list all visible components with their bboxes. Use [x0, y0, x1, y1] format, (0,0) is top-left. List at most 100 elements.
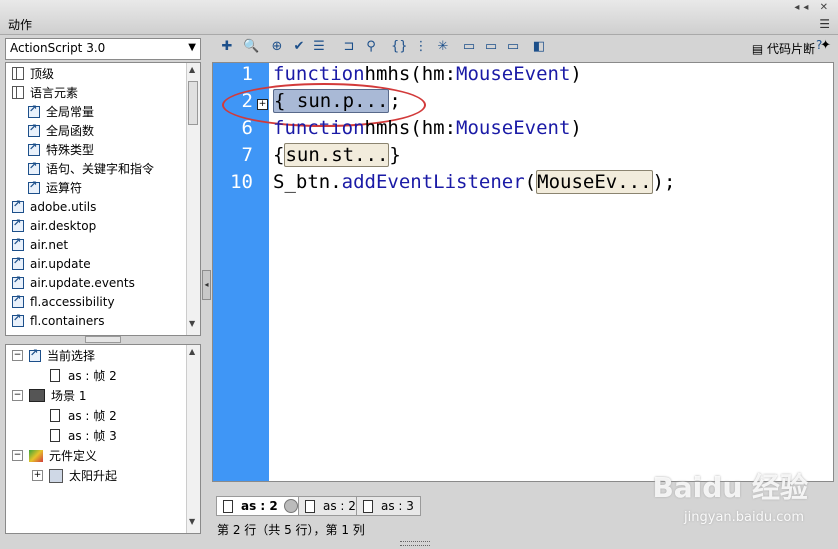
- toolbox-item[interactable]: fl.containers: [12, 311, 104, 330]
- chevron-down-icon[interactable]: ▼: [188, 42, 196, 53]
- navigator-item-label: 元件定义: [49, 449, 98, 463]
- navigator-item[interactable]: − 场景 1: [12, 386, 86, 405]
- collapse-icon[interactable]: −: [12, 390, 23, 401]
- script-tab[interactable]: as : 2: [216, 496, 305, 516]
- navigator-item[interactable]: − 当前选择: [12, 346, 95, 365]
- scroll-down-icon[interactable]: ▼: [189, 517, 195, 526]
- navigator-item-label: 太阳升起: [69, 469, 118, 483]
- navigator-item-label: 场景 1: [51, 389, 87, 403]
- collapsed-block[interactable]: sun.st...: [284, 143, 390, 167]
- script-file-icon: [50, 429, 60, 442]
- auto-format-icon[interactable]: ☰: [311, 39, 327, 55]
- package-icon: [12, 256, 24, 270]
- script-file-icon: [305, 499, 315, 513]
- panel-window-controls[interactable]: ◂◂ ✕: [794, 2, 832, 13]
- toolbox-item[interactable]: 运算符: [28, 178, 82, 197]
- code-snippets-button[interactable]: ▤ 代码片断: [752, 40, 815, 57]
- expand-fold-icon[interactable]: +: [257, 99, 268, 110]
- code-line[interactable]: S_btn.addEventListener(MouseEv...);: [273, 170, 675, 194]
- collapsed-block[interactable]: MouseEv...: [536, 170, 653, 194]
- scroll-down-icon[interactable]: ▼: [189, 319, 195, 328]
- toolbox-item[interactable]: adobe.utils: [12, 197, 96, 216]
- toolbox-item-label: fl.accessibility: [30, 294, 115, 309]
- navigator-item-label: as : 帧 2: [68, 409, 117, 423]
- code-snippets-label: 代码片断: [766, 42, 815, 56]
- code-line[interactable]: functionhmhs(hm:MouseEvent): [273, 63, 582, 85]
- show-toolbox-icon[interactable]: ◧: [531, 39, 547, 55]
- toolbox-item[interactable]: air.net: [12, 235, 68, 254]
- toolbox-item[interactable]: air.desktop: [12, 216, 96, 235]
- script-navigator: ▲ ▼ − 当前选择 as : 帧 2 − 场景 1 as : 帧 2 as : 帧 3 − 元…: [5, 344, 201, 534]
- help-icon[interactable]: ?: [816, 38, 822, 52]
- toolbox-scrollbar[interactable]: ▲ ▼: [186, 63, 200, 335]
- toolbox-item-label: 特殊类型: [46, 143, 95, 157]
- collapse-icon[interactable]: −: [12, 350, 23, 361]
- navigator-scrollbar[interactable]: ▲ ▼: [186, 345, 200, 533]
- toolbox-item[interactable]: air.update.events: [12, 273, 135, 292]
- check-syntax-icon[interactable]: ✔: [291, 39, 307, 55]
- language-select[interactable]: ActionScript 3.0 ▼: [5, 38, 201, 60]
- toolbox-item[interactable]: 语言元素: [12, 83, 78, 102]
- code-type: MouseEvent: [456, 117, 571, 139]
- toolbox-item[interactable]: 语句、关键字和指令: [28, 159, 154, 178]
- find-icon[interactable]: 🔍: [243, 39, 259, 55]
- expand-all-icon[interactable]: ✳: [435, 39, 451, 55]
- code-text: {: [273, 144, 285, 166]
- script-file-icon: [50, 369, 60, 382]
- toolbox-item-label: 语句、关键字和指令: [46, 162, 155, 176]
- navigator-item[interactable]: + 太阳升起: [32, 466, 117, 485]
- watermark-logo: Baidu 经验: [652, 471, 808, 504]
- line-number: 6: [241, 117, 253, 139]
- toolbox-item-label: air.update.events: [30, 275, 135, 290]
- collapsed-block-selected[interactable]: { sun.p...: [273, 89, 390, 113]
- actions-toolbox: ▲ ▼ 顶级语言元素全局常量全局函数特殊类型语句、关键字和指令运算符 adobe.…: [5, 62, 201, 336]
- script-tab[interactable]: as : 2: [298, 496, 363, 516]
- resize-grip[interactable]: [400, 541, 430, 546]
- scroll-up-icon[interactable]: ▲: [189, 65, 195, 74]
- toolbox-item[interactable]: 全局函数: [28, 121, 94, 140]
- collapse-selection-icon[interactable]: ⋮: [413, 39, 429, 55]
- line-number: 1: [241, 63, 253, 85]
- toolbox-item[interactable]: 全局常量: [28, 102, 94, 121]
- code-method: addEventListener: [341, 171, 525, 193]
- remove-comment-icon[interactable]: ▭: [505, 39, 521, 55]
- panel-title[interactable]: 动作: [8, 16, 32, 33]
- add-statement-icon[interactable]: ✚: [219, 39, 235, 55]
- toolbox-item[interactable]: 特殊类型: [28, 140, 94, 159]
- collapse-left-pane-button[interactable]: ◂: [202, 270, 211, 300]
- toolbox-item-label: 全局常量: [46, 105, 95, 119]
- script-tab-label: as : 2: [241, 499, 278, 513]
- code-line[interactable]: functionhmhs(hm:MouseEvent): [273, 117, 582, 139]
- collapse-braces-icon[interactable]: {}: [391, 39, 408, 55]
- scroll-thumb[interactable]: [188, 81, 198, 125]
- scroll-up-icon[interactable]: ▲: [189, 347, 195, 356]
- code-line[interactable]: { sun.p...;: [273, 89, 401, 113]
- left-pane: ActionScript 3.0 ▼ ▲ ▼ 顶级语言元素全局常量全局函数特殊类…: [5, 38, 201, 534]
- book-icon: [12, 67, 24, 80]
- comment-block-icon[interactable]: ▭: [461, 39, 477, 55]
- code-text: hmhs(hm:: [364, 63, 457, 85]
- pane-splitter[interactable]: [85, 336, 121, 343]
- pin-script-icon[interactable]: [283, 499, 298, 513]
- toolbox-item[interactable]: fl.accessibility: [12, 292, 115, 311]
- navigator-item[interactable]: as : 帧 3: [50, 426, 117, 445]
- debug-options-icon[interactable]: ⚲: [363, 39, 379, 55]
- navigator-item[interactable]: as : 帧 2: [50, 366, 117, 385]
- code-editor[interactable]: 1 functionhmhs(hm:MouseEvent) 2 +{ sun.p...…: [212, 62, 834, 482]
- navigator-item[interactable]: as : 帧 2: [50, 406, 117, 425]
- navigator-item[interactable]: − 元件定义: [12, 446, 97, 465]
- language-select-value: ActionScript 3.0: [10, 41, 106, 55]
- target-icon[interactable]: ⊕: [269, 39, 285, 55]
- comment-line-icon[interactable]: ▭: [483, 39, 499, 55]
- toolbox-item-label: adobe.utils: [30, 199, 97, 214]
- panel-menu-icon[interactable]: ☰: [819, 17, 830, 31]
- code-text: ): [570, 63, 582, 85]
- toolbox-item[interactable]: air.update: [12, 254, 91, 273]
- expand-icon[interactable]: +: [32, 470, 43, 481]
- script-tab[interactable]: as : 3: [356, 496, 421, 516]
- code-line[interactable]: {sun.st...}: [273, 143, 401, 167]
- toolbox-item[interactable]: 顶级: [12, 64, 54, 83]
- element-icon: [28, 104, 40, 118]
- code-hint-icon[interactable]: ⊐: [341, 39, 357, 55]
- collapse-icon[interactable]: −: [12, 450, 23, 461]
